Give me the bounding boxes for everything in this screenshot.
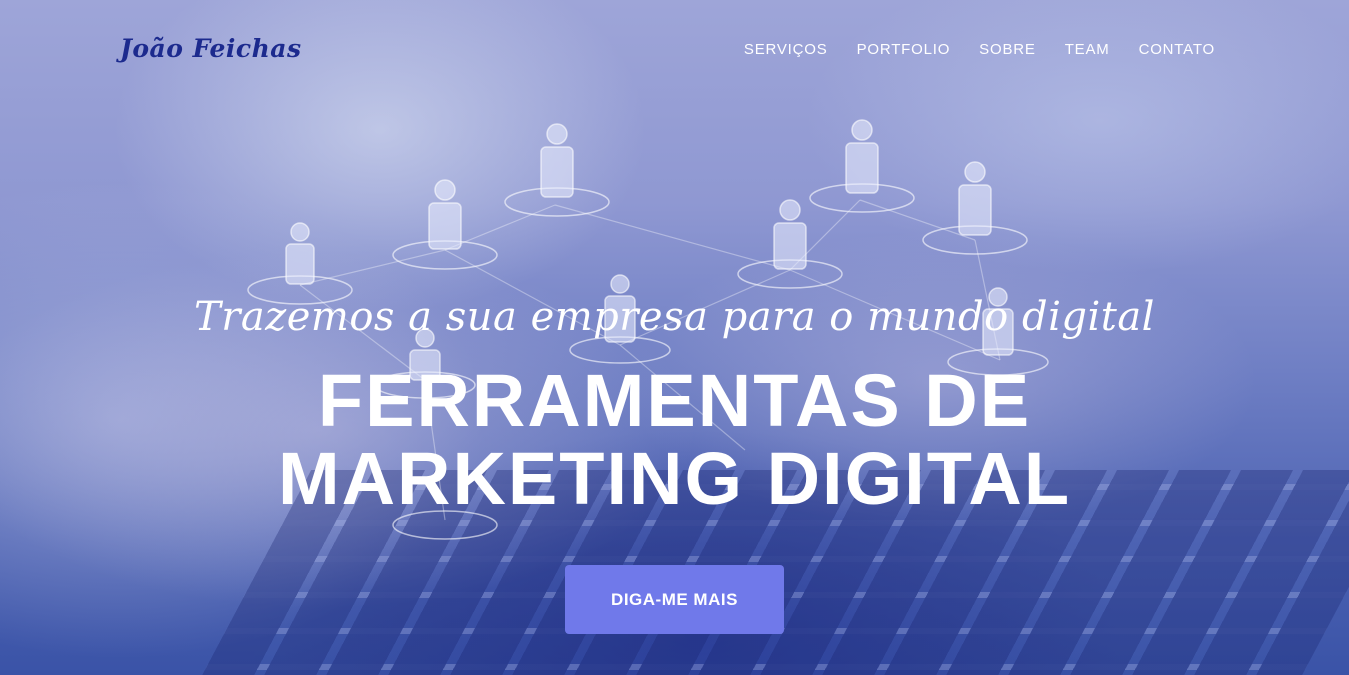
hero-section: João Feichas SERVIÇOS PORTFOLIO SOBRE TE… xyxy=(0,0,1349,675)
nav-link-portfolio[interactable]: PORTFOLIO xyxy=(857,41,951,58)
nav-link-sobre[interactable]: SOBRE xyxy=(979,41,1036,58)
person-icon xyxy=(247,222,353,305)
hero-subheading: Trazemos a sua empresa para o mundo digi… xyxy=(194,294,1155,340)
tell-me-more-button[interactable]: DIGA-ME MAIS xyxy=(565,565,784,634)
hero-heading-line1: FERRAMENTAS DE xyxy=(317,359,1032,442)
person-icon xyxy=(737,199,843,289)
person-icon xyxy=(504,123,610,217)
brand-logo[interactable]: João Feichas xyxy=(120,34,302,63)
main-nav: SERVIÇOS PORTFOLIO SOBRE TEAM CONTATO xyxy=(744,41,1215,58)
person-icon xyxy=(392,179,498,270)
nav-link-team[interactable]: TEAM xyxy=(1065,41,1110,58)
hero-heading: FERRAMENTAS DE MARKETING DIGITAL xyxy=(0,362,1349,518)
nav-link-servicos[interactable]: SERVIÇOS xyxy=(744,41,828,58)
person-icon xyxy=(809,119,915,213)
hero-heading-line2: MARKETING DIGITAL xyxy=(277,437,1072,520)
nav-link-contato[interactable]: CONTATO xyxy=(1139,41,1215,58)
